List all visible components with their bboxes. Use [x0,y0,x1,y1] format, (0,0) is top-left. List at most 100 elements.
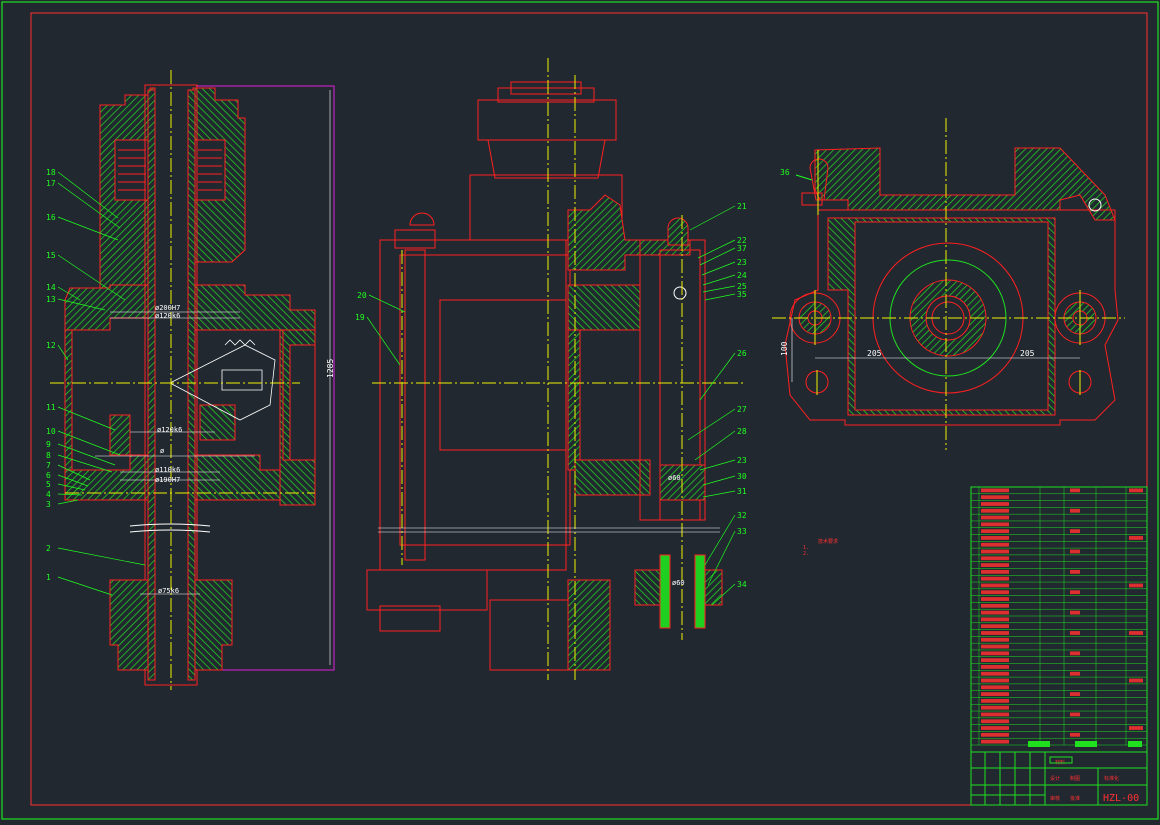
parts-row-text [981,576,1009,581]
leader-line [57,499,79,505]
parts-row-material [1070,508,1080,513]
fit-label: ø60 [672,579,685,587]
parts-row-material [1070,590,1080,595]
part-balloon: 1 [46,573,51,582]
parts-row-text [981,542,1009,547]
title-cell: 批准 [1070,795,1080,802]
drawing-number: HZL-00 [1103,793,1139,804]
parts-row-material [1070,529,1080,534]
part-balloon: 23 [737,258,747,267]
part-balloon: 4 [46,490,51,499]
parts-row-text [981,658,1009,663]
right-plan-view: 100 205 205 36 [772,118,1125,450]
title-cell: 设计 [1050,775,1060,782]
parts-row-text [981,719,1009,724]
part-balloon: 13 [46,295,56,304]
parts-row-text [981,508,1009,513]
leader-line [689,205,736,231]
parts-row-text [981,522,1009,527]
part-balloon: 30 [737,472,747,481]
parts-row-material [1070,671,1080,676]
parts-row-text [981,502,1009,506]
part-balloon: 26 [737,349,747,358]
leader-line [702,490,736,498]
part-balloon: 37 [737,244,747,253]
parts-row-text [981,685,1009,690]
parts-row-text [981,617,1009,622]
title-cell: 标准化 [1104,775,1119,782]
part-balloon: 36 [780,168,790,177]
leader-line [701,261,736,276]
dimension: 205 [867,349,882,358]
parts-row-text [981,488,1009,493]
part-balloon: 31 [737,487,747,496]
part-balloon: 17 [46,179,56,188]
parts-row-text [981,590,1009,595]
assembly-drawing: 1285 ø200H7 ø120k6 ø120k6 ø ø110k6 ø190H… [1,1,1159,820]
leader-line [366,316,401,366]
parts-row-text [981,569,1009,574]
part-balloon: 10 [46,427,56,436]
parts-row-text [981,644,1009,649]
part-balloon: 34 [737,580,747,589]
parts-row-text [981,732,1009,737]
parts-row-text [981,583,1009,588]
parts-row-text [981,610,1009,615]
parts-row-text [981,671,1009,676]
parts-row-text [981,563,1009,567]
part-balloon: 21 [737,202,747,211]
parts-row-text [981,637,1009,642]
parts-row-text [981,556,1009,561]
parts-row-material [1070,631,1080,635]
parts-row-material [1070,692,1080,696]
part-balloon: 8 [46,451,51,460]
fit-label: ø190H7 [155,476,180,484]
overall-height-dim: 1285 [326,359,335,378]
parts-row-text [981,678,1009,683]
cad-drawing-sheet: 1285 ø200H7 ø120k6 ø120k6 ø ø110k6 ø190H… [0,0,1160,821]
part-balloon: 23 [737,456,747,465]
technical-notes: 技术要求 1. 2. [803,538,838,557]
leader-line [57,547,146,566]
parts-row-text [981,698,1009,703]
parts-row-text [981,692,1009,696]
part-balloon: 9 [46,440,51,449]
part-balloon: 27 [737,405,747,414]
part-balloon: 35 [737,290,747,299]
parts-row-material [1070,651,1080,656]
parts-row-note [1129,536,1143,540]
leader-line [694,430,736,461]
parts-row-text [981,515,1009,520]
part-balloon: 24 [737,271,747,280]
leader-line [702,475,736,486]
parts-row-material [1070,732,1080,737]
part-balloon: 14 [46,283,56,292]
leader-line [702,285,736,293]
title-cell: 审核 [1050,795,1060,802]
middle-section-view: ø60 ø60 20192122372324253526272823303132… [355,58,747,680]
left-section-view: 1285 ø200H7 ø120k6 ø120k6 ø ø110k6 ø190H… [46,70,335,690]
parts-row-material [1070,610,1080,615]
title-block: 材料 设计 制图 审核 标准化 批准 HZL-00 [970,486,1148,806]
part-balloon: 28 [737,427,747,436]
part-balloon: 12 [46,341,56,350]
dimension: 205 [1020,349,1035,358]
fit-label: ø110k6 [155,466,180,474]
parts-row-note [1129,488,1143,493]
parts-row-text [981,549,1009,554]
leader-line [702,274,736,286]
part-balloon: 15 [46,251,56,260]
parts-row-text [981,726,1009,730]
fit-label: ø75k6 [158,587,179,595]
title-cell: 制图 [1070,775,1080,782]
parts-row-text [981,597,1009,601]
fit-label: ø120k6 [157,426,182,434]
part-balloon: 19 [355,313,365,322]
leader-line [704,293,736,301]
part-balloon: 32 [737,511,747,520]
fit-label: ø60 [668,474,681,482]
parts-row-text [981,705,1009,710]
dimension: 100 [780,341,789,356]
part-balloon: 7 [46,461,51,470]
part-balloon: 5 [46,480,51,489]
